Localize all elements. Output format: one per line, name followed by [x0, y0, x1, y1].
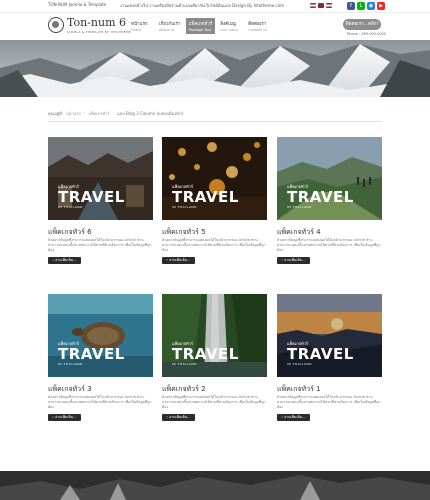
card-title[interactable]: แพ็คเกจทัวร์ 1 — [277, 384, 321, 395]
card-title[interactable]: แพ็คเกจทัวร์ 6 — [48, 227, 92, 238]
site-header: Ton-num 6 JOOMLA & TEMPLATE BY HITOTHEME… — [0, 12, 430, 40]
card-title[interactable]: แพ็คเกจทัวร์ 5 — [162, 227, 206, 238]
youtube-icon[interactable]: ▶ — [377, 2, 385, 10]
read-more-label: อ่านเพิ่มเติม... — [169, 415, 191, 419]
hero-banner — [0, 40, 430, 97]
read-more-button[interactable]: › อ่านเพิ่มเติม... — [48, 257, 81, 264]
read-more-button[interactable]: › อ่านเพิ่มเติม... — [162, 257, 195, 264]
card-description: ตัวอย่างข้อมูลที่สามารถแสดงผลได้ในหน้าแร… — [162, 238, 266, 252]
breadcrumb-link-home[interactable]: หน้าแรก — [66, 110, 81, 117]
language-flags — [310, 3, 332, 8]
read-more-label: อ่านเพิ่มเติม... — [169, 258, 191, 262]
instagram-icon[interactable]: ◉ — [367, 2, 375, 10]
card-title[interactable]: แพ็คเกจทัวร์ 4 — [277, 227, 321, 238]
contact-button[interactable]: ติดต่อเรา...คลิก! — [343, 19, 381, 30]
nav-item-label: เกี่ยวกับเรา — [159, 22, 181, 27]
top-bar: TON-NUM Joomla & Template งานแต่งหน้าเว็… — [0, 0, 430, 12]
read-more-label: อ่านเพิ่มเติม... — [55, 415, 77, 419]
flag-icon[interactable] — [326, 3, 332, 8]
site-tagline: งานแต่งหน้าเว็บ:วางเครื่องมือร้านค้าแบบเ… — [120, 3, 285, 8]
breadcrumb-separator: › — [112, 110, 115, 115]
overlay-travel-text: TRAVEL — [287, 188, 354, 206]
site-name: TON-NUM Joomla & Template — [48, 2, 107, 7]
card-image-wrap[interactable]: แพ็คเกจทัวร์ TRAVEL IN THAILAND — [277, 137, 382, 220]
nav-item[interactable]: เกี่ยวกับเรา About us — [156, 18, 184, 34]
card-image-wrap[interactable]: แพ็คเกจทัวร์ TRAVEL IN THAILAND — [48, 294, 153, 377]
divider — [48, 121, 382, 122]
breadcrumb-current: แบบ Blog 3 Column (แสดงเต็มหน้า) — [117, 111, 184, 116]
card-overlay: แพ็คเกจทัวร์ TRAVEL IN THAILAND — [287, 183, 354, 209]
card-image-wrap[interactable]: แพ็คเกจทัวร์ TRAVEL IN THAILAND — [162, 294, 267, 377]
card-overlay: แพ็คเกจทัวร์ TRAVEL IN THAILAND — [287, 340, 354, 366]
card-overlay: แพ็คเกจทัวร์ TRAVEL IN THAILAND — [172, 340, 239, 366]
nav-item-label: หน้าแรก — [131, 22, 148, 27]
nav-item-sublabel: Contact us — [248, 28, 267, 32]
mountain-banner-image — [0, 40, 430, 97]
main-nav: หน้าแรก Home เกี่ยวกับเรา About us แพ็คเกจทั… — [128, 18, 271, 34]
read-more-button[interactable]: › อ่านเพิ่มเติม... — [277, 257, 310, 264]
overlay-travel-text: TRAVEL — [58, 345, 125, 363]
card-description: ตัวอย่างข้อมูลที่สามารถแสดงผลได้ในหน้าแร… — [277, 395, 381, 409]
overlay-travel-text: TRAVEL — [287, 345, 354, 363]
card-overlay: แพ็คเกจทัวร์ TRAVEL IN THAILAND — [172, 183, 239, 209]
site-logo[interactable]: Ton-num 6 JOOMLA & TEMPLATE BY HITOTHEME — [48, 16, 131, 38]
nav-item[interactable]: ลิงค์เมนู Link menu — [217, 18, 243, 34]
card-overlay: แพ็คเกจทัวร์ TRAVEL IN THAILAND — [58, 340, 125, 366]
footer-background-image — [0, 471, 430, 500]
nav-item-sublabel: About us — [159, 28, 175, 32]
read-more-label: อ่านเพิ่มเติม... — [284, 415, 306, 419]
card-description: ตัวอย่างข้อมูลที่สามารถแสดงผลได้ในหน้าแร… — [48, 238, 152, 252]
card-overlay: แพ็คเกจทัวร์ TRAVEL IN THAILAND — [58, 183, 125, 209]
read-more-button[interactable]: › อ่านเพิ่มเติม... — [277, 414, 310, 421]
social-links: f L ◉ ▶ — [347, 2, 385, 10]
nav-item[interactable]: ติดต่อเรา Contact us — [245, 18, 271, 34]
breadcrumb-label: คุณอยู่ที่: — [48, 111, 64, 116]
breadcrumb-link-package[interactable]: แพ็คเกจทัวร์ — [89, 110, 110, 117]
read-more-label: อ่านเพิ่มเติม... — [55, 258, 77, 262]
logo-name: Ton-num 6 — [67, 16, 127, 29]
card-image-wrap[interactable]: แพ็คเกจทัวร์ TRAVEL IN THAILAND — [277, 294, 382, 377]
breadcrumb-separator: › — [83, 110, 86, 115]
chevron-right-icon: › — [281, 258, 283, 262]
nav-item-label: ลิงค์เมนู — [220, 22, 236, 27]
overlay-travel-text: TRAVEL — [172, 345, 239, 363]
nav-item-sublabel: Package Tour — [188, 28, 212, 32]
line-icon[interactable]: L — [357, 2, 365, 10]
overlay-travel-text: TRAVEL — [172, 188, 239, 206]
read-more-button[interactable]: › อ่านเพิ่มเติม... — [48, 414, 81, 421]
chevron-right-icon: › — [52, 415, 54, 419]
chevron-right-icon: › — [281, 415, 283, 419]
logo-mark-icon — [48, 17, 64, 33]
nav-item[interactable]: แพ็คเกจทัวร์ Package Tour — [185, 18, 216, 34]
facebook-icon[interactable]: f — [347, 2, 355, 10]
flag-icon[interactable] — [310, 3, 316, 8]
overlay-travel-text: TRAVEL — [58, 188, 125, 206]
read-more-label: อ่านเพิ่มเติม... — [284, 258, 306, 262]
card-description: ตัวอย่างข้อมูลที่สามารถแสดงผลได้ในหน้าแร… — [277, 238, 381, 252]
card-title[interactable]: แพ็คเกจทัวร์ 2 — [162, 384, 206, 395]
logo-subtitle: JOOMLA & TEMPLATE BY HITOTHEME — [67, 30, 132, 34]
nav-item[interactable]: หน้าแรก Home — [128, 18, 154, 34]
breadcrumb: คุณอยู่ที่: หน้าแรก › แพ็คเกจทัวร์ › แบบ… — [48, 110, 184, 117]
card-description: ตัวอย่างข้อมูลที่สามารถแสดงผลได้ในหน้าแร… — [48, 395, 152, 409]
card-title[interactable]: แพ็คเกจทัวร์ 3 — [48, 384, 92, 395]
footer-band — [0, 471, 430, 500]
card-image-wrap[interactable]: แพ็คเกจทัวร์ TRAVEL IN THAILAND — [48, 137, 153, 220]
nav-item-sublabel: Home — [131, 28, 142, 32]
chevron-right-icon: › — [166, 258, 168, 262]
card-image-wrap[interactable]: แพ็คเกจทัวร์ TRAVEL IN THAILAND — [162, 137, 267, 220]
nav-item-label: แพ็คเกจทัวร์ — [188, 22, 213, 27]
nav-item-label: ติดต่อเรา — [248, 22, 267, 27]
phone-number: Phone : 089-000-0000 — [347, 32, 387, 36]
card-description: ตัวอย่างข้อมูลที่สามารถแสดงผลได้ในหน้าแร… — [162, 395, 266, 409]
read-more-button[interactable]: › อ่านเพิ่มเติม... — [162, 414, 195, 421]
chevron-right-icon: › — [52, 258, 54, 262]
flag-icon[interactable] — [318, 3, 324, 8]
nav-item-sublabel: Link menu — [220, 28, 239, 32]
chevron-right-icon: › — [166, 415, 168, 419]
